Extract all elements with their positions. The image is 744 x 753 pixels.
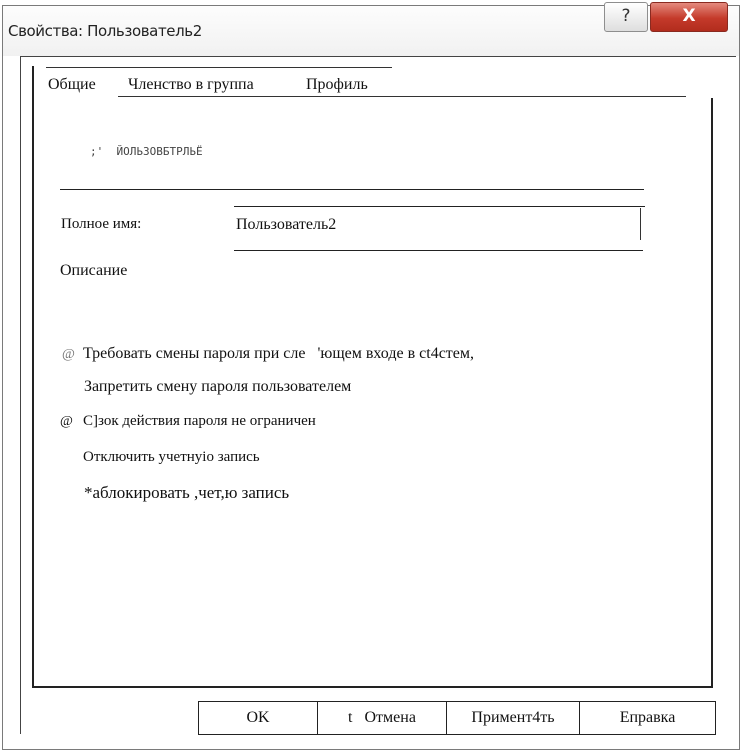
option-cannot-change-password[interactable]: Запретить смену пароля пользователем xyxy=(84,378,351,396)
tab-profile[interactable]: Профиль xyxy=(306,76,368,94)
close-icon: X xyxy=(682,6,696,26)
cancel-prefix: t xyxy=(348,709,353,726)
option-account-locked[interactable]: *аблокировать ,чет,ю запись xyxy=(84,483,289,503)
option-marker: @ xyxy=(62,347,75,362)
user-name-caption: ;' ЙОЛЬЗОВБТРЛЬЁ xyxy=(90,145,203,158)
tab-panel-right-border xyxy=(711,98,713,688)
full-name-label: Полное имя: xyxy=(61,216,142,232)
help-button[interactable]: Еправка xyxy=(579,701,716,735)
ok-button[interactable]: OK xyxy=(198,701,318,735)
window-title: Свойства: Пользователь2 xyxy=(8,22,202,40)
tab-strip-baseline xyxy=(118,96,686,97)
description-label: Описание xyxy=(60,262,128,279)
tab-membership[interactable]: Членство в группа xyxy=(128,76,254,94)
option-password-never-expires[interactable]: С]зок действия пароля не ограничен xyxy=(83,413,316,430)
question-icon: ? xyxy=(621,6,631,26)
option-must-change-password[interactable]: Требовать смены пароля при сле 'ющем вхо… xyxy=(83,345,474,363)
tab-general[interactable]: Общие xyxy=(48,76,96,94)
option-marker: @ xyxy=(60,414,73,429)
separator-line xyxy=(60,189,644,190)
cancel-button[interactable]: t Отмена xyxy=(317,701,447,735)
tab-strip-top-line xyxy=(46,67,392,68)
cancel-label: Отмена xyxy=(364,709,416,726)
full-name-field[interactable]: Пользователь2 xyxy=(236,216,336,234)
tab-panel xyxy=(32,66,713,688)
text-cursor xyxy=(640,208,641,240)
option-account-disabled[interactable]: Отключить учетнуiо запись xyxy=(83,449,260,466)
close-button[interactable]: X xyxy=(650,2,728,32)
help-title-button[interactable]: ? xyxy=(604,2,648,32)
apply-button[interactable]: Пpимент4ть xyxy=(446,701,580,735)
full-name-field-top xyxy=(234,206,645,207)
full-name-field-bottom xyxy=(234,250,643,251)
